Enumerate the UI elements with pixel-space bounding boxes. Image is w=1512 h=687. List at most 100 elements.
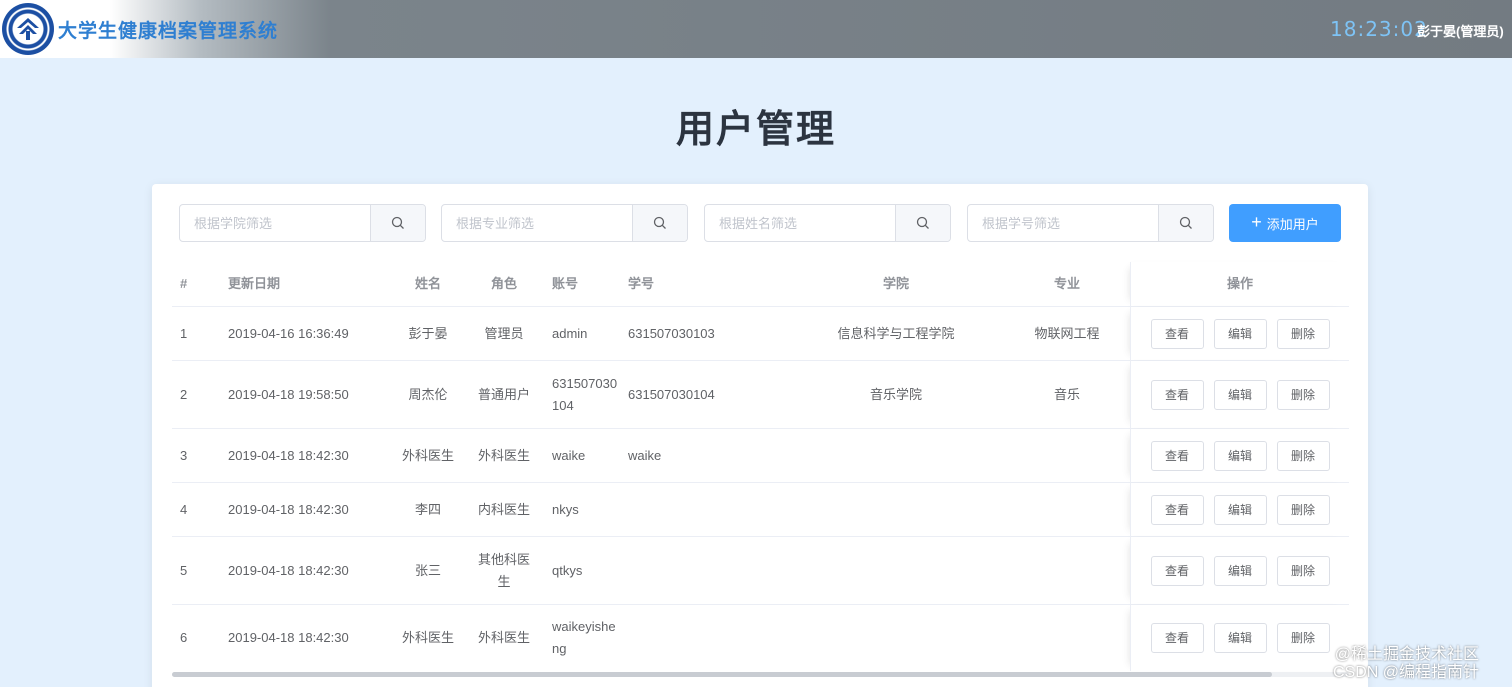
cell-role: 管理员 (484, 325, 524, 341)
student-no-search-button[interactable] (1158, 205, 1213, 241)
app-title: 大学生健康档案管理系统 (58, 21, 279, 42)
cell-student-no: 631507030104 (628, 386, 715, 402)
cell-actions: 查看 编辑 删除 (1130, 361, 1349, 428)
major-filter-input[interactable] (442, 205, 632, 241)
cell-student-no (628, 605, 748, 671)
major-filter (441, 204, 688, 242)
cell-major (1002, 605, 1132, 671)
cell-major: 音乐 (1053, 386, 1080, 402)
delete-button[interactable]: 删除 (1276, 555, 1330, 586)
name-filter (704, 204, 951, 242)
edit-button[interactable]: 编辑 (1213, 494, 1267, 525)
cell-index: 6 (180, 630, 188, 645)
search-icon (391, 216, 404, 229)
clock: 18:23:02 (1330, 17, 1428, 41)
cell-name: 周杰伦 (408, 386, 448, 402)
delete-button[interactable]: 删除 (1276, 318, 1330, 349)
cell-college (796, 605, 996, 671)
cell-major (1002, 483, 1132, 536)
cell-account: waikeyisheng (552, 619, 616, 656)
delete-button[interactable]: 删除 (1276, 440, 1330, 471)
student-no-filter-input[interactable] (968, 205, 1158, 241)
cell-account: 631507030104 (552, 375, 618, 413)
cell-college (796, 537, 996, 604)
header-role: 角色 (490, 276, 517, 291)
cell-college (796, 429, 996, 482)
cell-role: 内科医生 (477, 501, 530, 517)
page-title: 用户管理 (675, 109, 836, 151)
cell-role: 外科医生 (477, 630, 530, 645)
major-search-button[interactable] (632, 205, 687, 241)
cell-account: admin (552, 325, 588, 341)
cell-name: 外科医生 (401, 447, 454, 463)
cell-date: 2019-04-18 18:42:30 (228, 447, 349, 463)
cell-date: 2019-04-18 19:58:50 (228, 386, 349, 402)
cell-major: 物联网工程 (1034, 325, 1100, 341)
student-no-filter (967, 204, 1214, 242)
edit-button[interactable]: 编辑 (1213, 379, 1267, 410)
header-major: 专业 (1053, 276, 1080, 291)
search-icon (653, 216, 666, 229)
header-account: 账号 (552, 276, 579, 291)
scrollbar-thumb[interactable] (172, 672, 1272, 677)
cell-account: waike (552, 447, 586, 463)
view-button[interactable]: 查看 (1150, 379, 1204, 410)
delete-button[interactable]: 删除 (1276, 623, 1330, 653)
college-filter (179, 204, 426, 242)
table-row: 4 2019-04-18 18:42:30 李四 内科医生 nkys 查看 编辑… (172, 483, 1349, 537)
current-user[interactable]: 彭于晏(管理员) (1417, 21, 1504, 40)
name-filter-input[interactable] (705, 205, 895, 241)
top-header: 大学生健康档案管理系统 18:23:02 彭于晏(管理员) (0, 0, 1512, 58)
cell-major (1002, 537, 1132, 604)
cell-index: 1 (180, 325, 188, 341)
watermark: @稀土掘金技术社区 CSDN @编程指南针 (1333, 646, 1479, 682)
table-header-row: # 更新日期 姓名 角色 账号 学号 学院 专业 操作 (172, 262, 1349, 307)
horizontal-scrollbar[interactable] (172, 672, 1349, 677)
cell-actions: 查看 编辑 删除 (1130, 307, 1349, 360)
table-row: 6 2019-04-18 18:42:30 外科医生 外科医生 waikeyis… (172, 605, 1349, 671)
cell-index: 2 (180, 386, 188, 402)
header-index: # (180, 276, 188, 291)
cell-college: 音乐学院 (869, 386, 922, 402)
delete-button[interactable]: 删除 (1276, 379, 1330, 410)
cell-date: 2019-04-18 18:42:30 (228, 562, 349, 578)
cell-date: 2019-04-18 18:42:30 (228, 630, 349, 645)
table-row: 3 2019-04-18 18:42:30 外科医生 外科医生 waike wa… (172, 429, 1349, 483)
cell-student-no (628, 537, 748, 604)
view-button[interactable]: 查看 (1150, 318, 1204, 349)
add-user-label: 添加用户 (1266, 216, 1319, 232)
edit-button[interactable]: 编辑 (1213, 555, 1267, 586)
header-name: 姓名 (414, 276, 441, 291)
header-actions: 操作 (1130, 262, 1349, 306)
cell-college: 信息科学与工程学院 (837, 325, 955, 341)
college-filter-input[interactable] (180, 205, 370, 241)
cell-role: 其他科医生 (477, 551, 530, 589)
edit-button[interactable]: 编辑 (1213, 318, 1267, 349)
cell-date: 2019-04-18 18:42:30 (228, 501, 349, 517)
view-button[interactable]: 查看 (1150, 623, 1204, 653)
cell-role: 外科医生 (477, 447, 530, 463)
cell-index: 4 (180, 501, 188, 517)
watermark-line2: CSDN @编程指南针 (1333, 664, 1480, 681)
cell-actions: 查看 编辑 删除 (1130, 483, 1349, 536)
university-logo (2, 3, 54, 55)
cell-name: 张三 (414, 562, 441, 578)
table-row: 1 2019-04-16 16:36:49 彭于晏 管理员 admin 6315… (172, 307, 1349, 361)
cell-date: 2019-04-16 16:36:49 (228, 325, 349, 341)
delete-button[interactable]: 删除 (1276, 494, 1330, 525)
cell-student-no: 631507030103 (628, 325, 715, 341)
view-button[interactable]: 查看 (1150, 494, 1204, 525)
add-user-button[interactable]: + 添加用户 (1229, 204, 1341, 242)
edit-button[interactable]: 编辑 (1213, 623, 1267, 653)
cell-name: 彭于晏 (408, 325, 448, 341)
cell-student-no (628, 483, 748, 536)
view-button[interactable]: 查看 (1150, 555, 1204, 586)
search-icon (1179, 216, 1192, 229)
header-college: 学院 (882, 276, 909, 291)
college-search-button[interactable] (370, 205, 425, 241)
name-search-button[interactable] (895, 205, 950, 241)
view-button[interactable]: 查看 (1150, 440, 1204, 471)
edit-button[interactable]: 编辑 (1213, 440, 1267, 471)
header-student-no: 学号 (628, 276, 655, 291)
watermark-line1: @稀土掘金技术社区 (1334, 646, 1480, 663)
